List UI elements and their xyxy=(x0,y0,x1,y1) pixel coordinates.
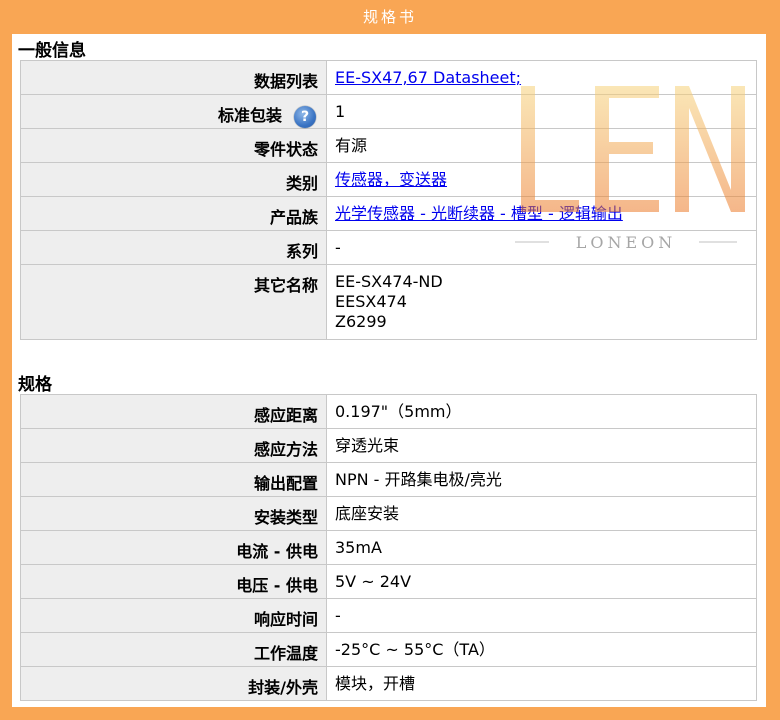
row-label-text: 电流 - 供电 xyxy=(236,542,318,561)
specs-row: 感应方法 穿透光束 xyxy=(20,428,757,463)
row-label-text: 其它名称 xyxy=(253,276,318,295)
row-label-text: 感应距离 xyxy=(253,406,318,425)
row-value: 模块，开槽 xyxy=(326,666,757,701)
spec-panel: 一般信息 数据列表 EE-SX47,67 Datasheet; 标准包装? 1 零件状态… xyxy=(12,34,766,707)
page-header: 规格书 xyxy=(0,0,780,34)
row-label-text: 安装类型 xyxy=(253,508,318,527)
row-label-text: 输出配置 xyxy=(253,474,318,493)
row-value: 底座安装 xyxy=(326,496,757,531)
specs-table: 感应距离 0.197"（5mm） 感应方法 穿透光束 输出配置 NPN - 开路集电极/亮… xyxy=(20,394,757,701)
row-label: 感应距离 xyxy=(20,394,327,429)
row-value: NPN - 开路集电极/亮光 xyxy=(326,462,757,497)
row-label-text: 类别 xyxy=(285,174,318,193)
row-label: 数据列表 xyxy=(20,60,327,95)
row-label-text: 系列 xyxy=(285,242,318,261)
specs-row: 感应距离 0.197"（5mm） xyxy=(20,394,757,429)
row-label: 系列 xyxy=(20,230,327,265)
row-label: 感应方法 xyxy=(20,428,327,463)
specs-row: 工作温度 -25°C ~ 55°C（TA） xyxy=(20,632,757,667)
row-value: - xyxy=(326,598,757,633)
row-value: EE-SX474-ND EESX474 Z6299 xyxy=(326,264,757,340)
general-row: 零件状态 有源 xyxy=(20,128,757,163)
row-label-text: 数据列表 xyxy=(253,72,318,91)
general-row: 标准包装? 1 xyxy=(20,94,757,129)
row-label-text: 电压 - 供电 xyxy=(236,576,318,595)
specs-row: 输出配置 NPN - 开路集电极/亮光 xyxy=(20,462,757,497)
row-value: 有源 xyxy=(326,128,757,163)
value-text: EE-SX474-ND xyxy=(335,272,443,291)
row-value: EE-SX47,67 Datasheet; xyxy=(326,60,757,95)
general-row: 系列 - xyxy=(20,230,757,265)
row-label: 安装类型 xyxy=(20,496,327,531)
value-text: 有源 xyxy=(335,136,368,155)
value-link[interactable]: 传感器，变送器 xyxy=(335,170,447,189)
row-label-text: 响应时间 xyxy=(253,610,318,629)
row-value: 光学传感器 - 光断续器 - 槽型 - 逻辑输出 xyxy=(326,196,757,231)
header-title: 规格书 xyxy=(362,8,417,26)
row-value: 传感器，变送器 xyxy=(326,162,757,197)
specs-row: 封装/外壳 模块，开槽 xyxy=(20,666,757,701)
row-label: 工作温度 xyxy=(20,632,327,667)
specs-row: 响应时间 - xyxy=(20,598,757,633)
value-text: 35mA xyxy=(335,538,382,557)
specs-row: 安装类型 底座安装 xyxy=(20,496,757,531)
general-row: 数据列表 EE-SX47,67 Datasheet; xyxy=(20,60,757,95)
value-text: - xyxy=(335,606,341,625)
row-label-text: 封装/外壳 xyxy=(248,678,318,697)
value-text: 1 xyxy=(335,102,346,121)
value-text: 模块，开槽 xyxy=(335,674,416,693)
row-value: -25°C ~ 55°C（TA） xyxy=(326,632,757,667)
value-text: EESX474 xyxy=(335,292,407,311)
row-label: 产品族 xyxy=(20,196,327,231)
row-label: 响应时间 xyxy=(20,598,327,633)
general-row: 产品族 光学传感器 - 光断续器 - 槽型 - 逻辑输出 xyxy=(20,196,757,231)
general-info-table: 数据列表 EE-SX47,67 Datasheet; 标准包装? 1 零件状态 有源 类别传… xyxy=(20,60,757,340)
row-label-text: 零件状态 xyxy=(253,140,318,159)
value-text: -25°C ~ 55°C（TA） xyxy=(335,640,495,659)
row-value: 1 xyxy=(326,94,757,129)
row-label-text: 感应方法 xyxy=(253,440,318,459)
row-label: 输出配置 xyxy=(20,462,327,497)
row-label: 电压 - 供电 xyxy=(20,564,327,599)
row-label-text: 工作温度 xyxy=(253,644,318,663)
specs-row: 电压 - 供电 5V ~ 24V xyxy=(20,564,757,599)
row-value: 5V ~ 24V xyxy=(326,564,757,599)
help-icon[interactable]: ? xyxy=(294,105,316,128)
row-value: 0.197"（5mm） xyxy=(326,394,757,429)
specs-row: 电流 - 供电 35mA xyxy=(20,530,757,565)
row-value: 35mA xyxy=(326,530,757,565)
row-value: - xyxy=(326,230,757,265)
row-label-text: 标准包装 xyxy=(217,106,282,125)
row-label: 封装/外壳 xyxy=(20,666,327,701)
row-label: 电流 - 供电 xyxy=(20,530,327,565)
value-link[interactable]: 光学传感器 - 光断续器 - 槽型 - 逻辑输出 xyxy=(335,204,623,223)
row-label: 零件状态 xyxy=(20,128,327,163)
value-text: - xyxy=(335,238,341,257)
row-label: 类别 xyxy=(20,162,327,197)
row-label-text: 产品族 xyxy=(269,208,318,227)
row-label: 其它名称 xyxy=(20,264,327,340)
row-label: 标准包装? xyxy=(20,94,327,129)
specs-title: 规格 xyxy=(18,375,52,395)
value-text: 穿透光束 xyxy=(335,436,400,455)
row-value: 穿透光束 xyxy=(326,428,757,463)
general-info-title: 一般信息 xyxy=(18,41,86,61)
value-text: 底座安装 xyxy=(335,504,400,523)
value-text: 0.197"（5mm） xyxy=(335,402,462,421)
general-row: 其它名称 EE-SX474-ND EESX474 Z6299 xyxy=(20,264,757,340)
value-link[interactable]: EE-SX47,67 Datasheet; xyxy=(335,68,521,87)
value-text: NPN - 开路集电极/亮光 xyxy=(335,470,502,489)
value-text: 5V ~ 24V xyxy=(335,572,412,591)
general-row: 类别 传感器，变送器 xyxy=(20,162,757,197)
value-text: Z6299 xyxy=(335,312,387,331)
